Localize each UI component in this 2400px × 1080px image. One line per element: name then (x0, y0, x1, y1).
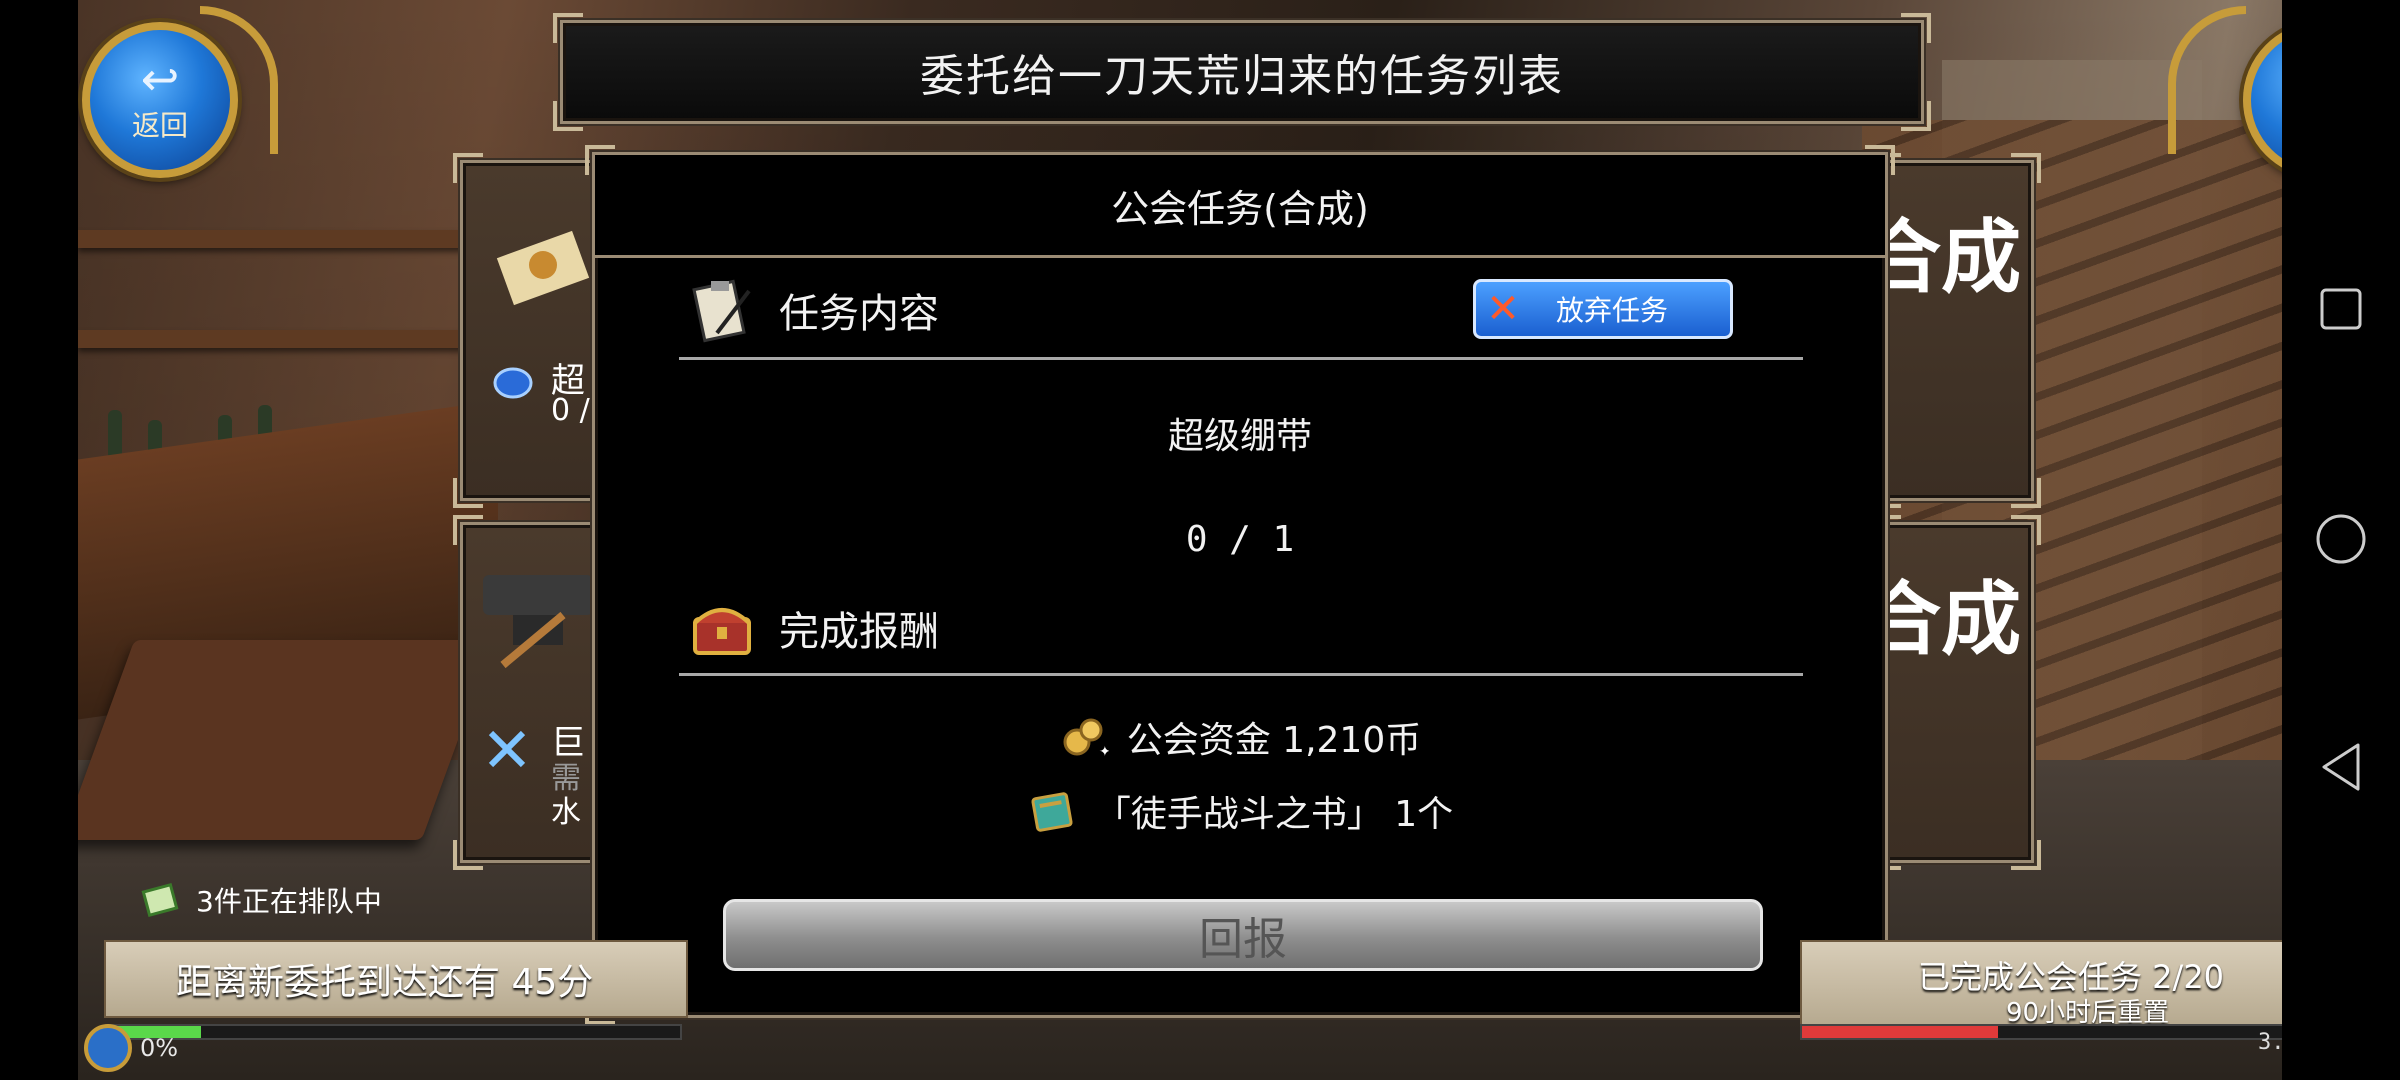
reward-item: ✦ 公会资金 1,210币 (595, 711, 1885, 763)
svg-text:✦: ✦ (1099, 744, 1109, 760)
system-back-button[interactable] (2282, 708, 2400, 826)
treasure-chest-icon (687, 593, 757, 663)
letterbox-left (0, 0, 78, 1080)
home-button[interactable] (2282, 480, 2400, 598)
return-arrow-icon: ↩ (140, 52, 180, 106)
title-banner: 委托给一刀天荒归来的任务列表 (553, 13, 1931, 131)
quest-detail-dialog: 公会任务(合成) 任务内容 ✕ 放弃任务 超级绷带 0 / 1 完成报酬 ✦ 公… (585, 145, 1895, 1025)
reward-label: 完成报酬 (779, 609, 939, 655)
hp-bar-fill (1802, 1026, 1998, 1038)
required-item-name: 超级绷带 (1167, 416, 1312, 457)
book-icon (1027, 786, 1077, 836)
page-title: 委托给一刀天荒归来的任务列表 (920, 51, 1564, 102)
task-card[interactable]: 合成 (1861, 515, 2041, 870)
section-divider (679, 673, 1803, 676)
reward-text: 「徒手战斗之书」 1个 (1094, 794, 1454, 835)
exp-bar (108, 1024, 682, 1040)
dialog-header: 公会任务(合成) (595, 155, 1885, 258)
section-divider (679, 357, 1803, 360)
square-icon (2320, 288, 2362, 330)
crossed-tools-icon (488, 730, 526, 768)
reward-item: 「徒手战斗之书」 1个 (595, 785, 1885, 837)
abandon-task-label: 放弃任务 (1556, 294, 1669, 327)
reward-text: 公会资金 1,210币 (1126, 720, 1422, 761)
clipboard-quill-icon (687, 275, 757, 345)
queue-status: 3件正在排队中 (140, 880, 382, 920)
scene-table (78, 640, 495, 840)
bandage-item-icon (496, 230, 590, 306)
system-nav-bar (2282, 0, 2400, 1080)
required-item-progress: 0 / 1 (1185, 519, 1295, 560)
scroll-list-icon (141, 882, 179, 918)
task-content-section: 任务内容 (687, 275, 939, 345)
globe-icon (84, 1024, 132, 1072)
task-card-progress-fragment: 0 / (551, 393, 590, 428)
circle-icon (2316, 514, 2366, 564)
task-card[interactable]: 合成 (1861, 153, 2041, 508)
guild-quest-status: 已完成公会任务 2/20 90小时后重置 (1800, 940, 2364, 1028)
gem-icon (493, 367, 533, 399)
back-button-label: 返回 (131, 109, 188, 142)
recents-button[interactable] (2282, 250, 2400, 368)
queue-text: 3件正在排队中 (196, 885, 382, 918)
new-commission-countdown: 距离新委托到达还有 45分 (104, 940, 688, 1018)
report-button[interactable]: 回报 (723, 899, 1763, 971)
countdown-text: 距离新委托到达还有 45分 (176, 962, 594, 1003)
coins-icon: ✦ (1059, 712, 1109, 762)
reward-section: 完成报酬 (687, 593, 939, 663)
scene-shelf (78, 230, 498, 248)
task-content-label: 任务内容 (779, 291, 939, 337)
scene-bottle (108, 410, 122, 456)
task-card-detail-fragment: 水 (551, 795, 581, 830)
cross-icon: ✕ (1486, 286, 1520, 332)
back-button[interactable]: ↩ 返回 (82, 22, 238, 178)
anvil-hammer-icon (483, 575, 593, 669)
exp-percent: 0% (140, 1034, 179, 1062)
triangle-back-icon (2322, 743, 2360, 791)
scene-shelf (78, 330, 498, 348)
dialog-title: 公会任务(合成) (1111, 186, 1369, 231)
abandon-task-button[interactable]: ✕ 放弃任务 (1473, 279, 1733, 339)
